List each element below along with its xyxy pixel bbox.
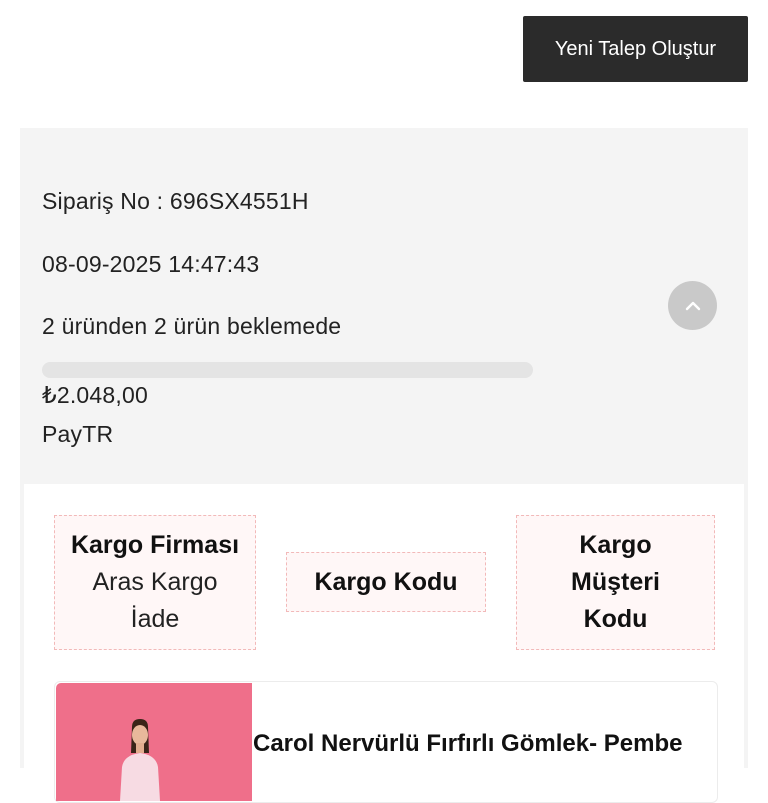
cargo-company-box: Kargo Firması Aras Kargo İade <box>54 515 256 650</box>
order-datetime: 08-09-2025 14:47:43 <box>42 251 260 277</box>
shipment-detail-panel: Kargo Firması Aras Kargo İade Kargo Kodu… <box>24 484 744 803</box>
product-card[interactable]: Carol Nervürlü Fırfırlı Gömlek- Pembe <box>54 681 718 803</box>
cargo-company-label: Kargo Firması <box>70 531 240 559</box>
cargo-code-label: Kargo Kodu <box>314 567 458 596</box>
product-image[interactable] <box>56 683 252 801</box>
order-number: Sipariş No : 696SX4551H <box>42 188 309 214</box>
product-name[interactable]: Carol Nervürlü Fırfırlı Gömlek- Pembe <box>253 730 682 758</box>
order-amount: ₺2.048,00 <box>42 382 148 408</box>
new-request-button[interactable]: Yeni Talep Oluştur <box>523 16 748 82</box>
model-figure-icon <box>120 719 160 801</box>
order-card: Sipariş No : 696SX4551H 08-09-2025 14:47… <box>20 128 748 803</box>
payment-method: PayTR <box>42 421 114 447</box>
cargo-company-value: Aras Kargo İade <box>92 568 218 633</box>
chevron-up-icon <box>685 301 700 310</box>
collapse-button[interactable] <box>668 281 717 330</box>
cargo-customer-code-label: Kargo Müşteri Kodu <box>571 531 660 633</box>
cargo-code-box: Kargo Kodu <box>286 552 486 612</box>
cargo-customer-code-box: Kargo Müşteri Kodu <box>516 515 715 650</box>
order-progress-bar <box>42 362 533 378</box>
order-status: 2 üründen 2 ürün beklemede <box>42 313 342 339</box>
